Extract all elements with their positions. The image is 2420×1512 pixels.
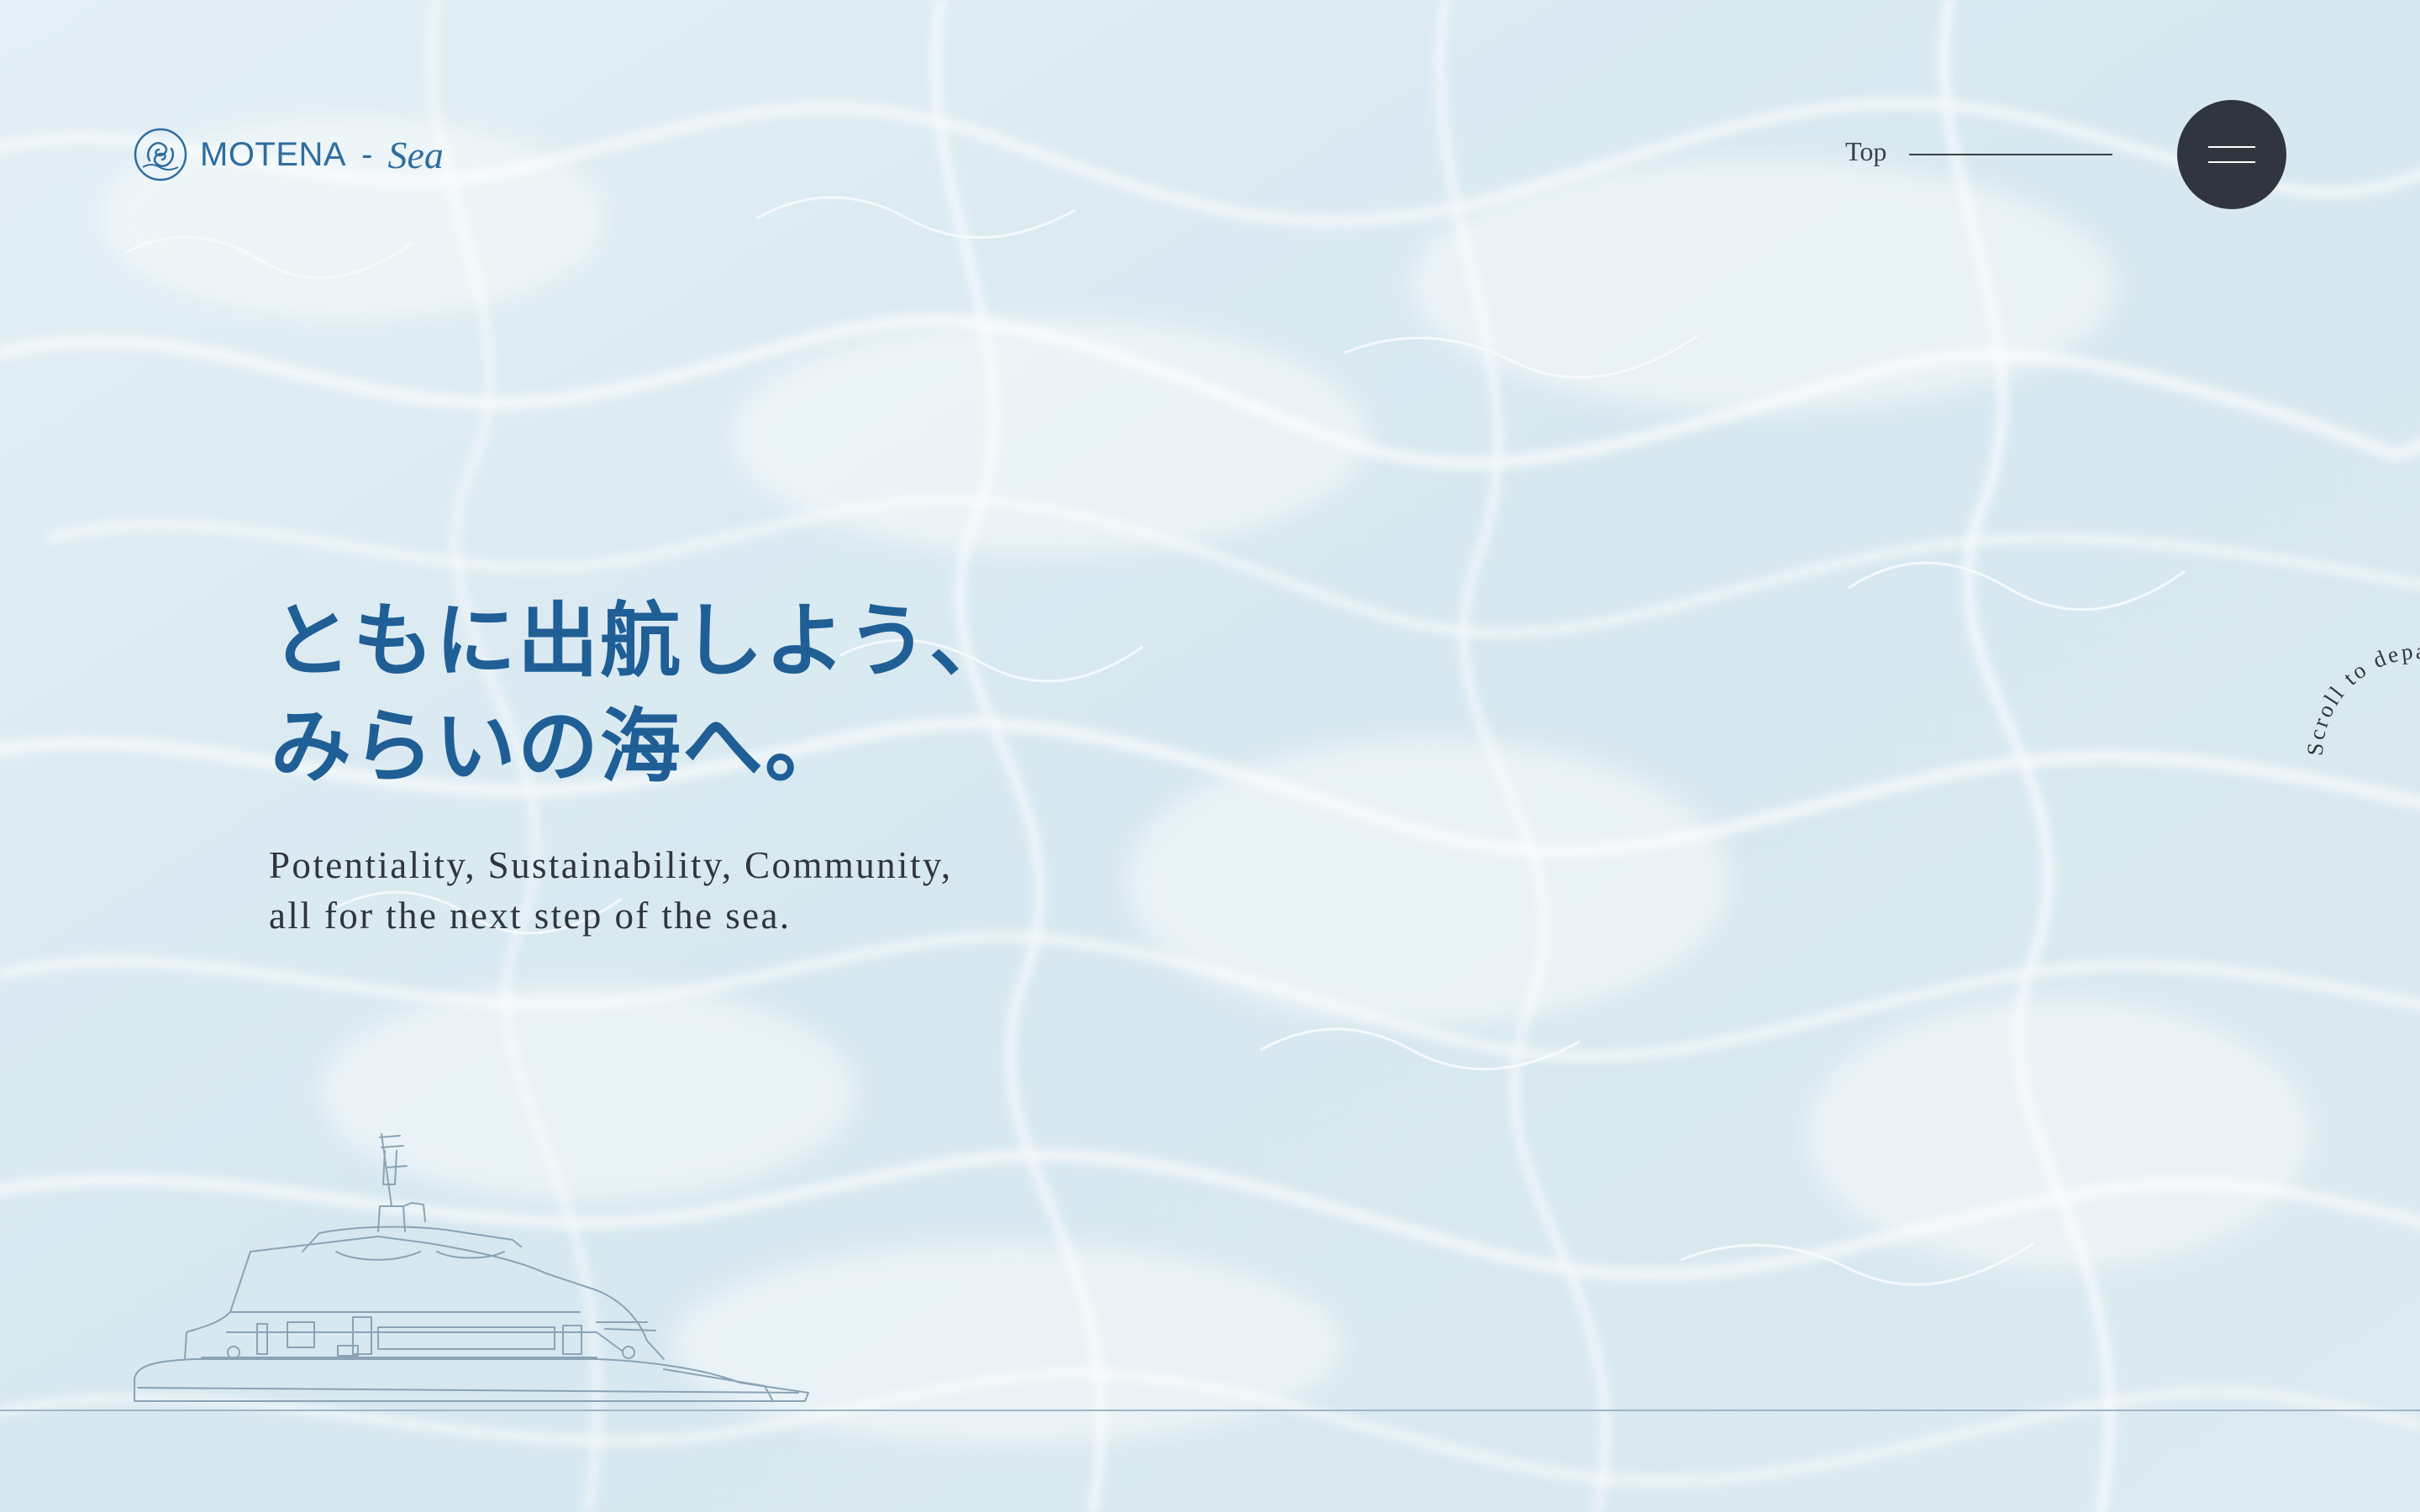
scroll-ring-text: Scroll to depart Scroll to depart <box>2302 638 2420 826</box>
scroll-to-depart-ring[interactable]: Scroll to depart Scroll to depart <box>2252 588 2420 924</box>
menu-button[interactable] <box>2177 100 2286 209</box>
nav-link-top[interactable]: Top <box>1845 136 1886 167</box>
hamburger-icon <box>2208 146 2255 148</box>
nav-link-underline <box>1909 154 2112 155</box>
hero-subtitle-line-1: Potentiality, Sustainability, Community, <box>269 844 953 886</box>
hero-title: ともに出航しよう、 みらいの海へ。 <box>271 588 1012 800</box>
svg-text:Scroll to depart Scroll to dep: Scroll to depart Scroll to depart <box>2302 638 2420 826</box>
hero-subtitle-line-2: all for the next step of the sea. <box>269 895 792 937</box>
hero-title-line-1: ともに出航しよう、 <box>271 593 1012 688</box>
horizon-line <box>0 1410 2420 1411</box>
seahorse-emblem-icon <box>134 128 187 181</box>
logo-script: Sea <box>387 133 444 176</box>
logo-wordmark: MOTENA <box>200 135 347 173</box>
logo-link[interactable]: MOTENA - Sea <box>133 124 444 185</box>
logo-dash: - <box>361 135 373 173</box>
hamburger-icon-bar <box>2208 161 2255 163</box>
hero-subtitle: Potentiality, Sustainability, Community,… <box>269 840 953 941</box>
hero-title-line-2: みらいの海へ。 <box>271 699 847 794</box>
ship-outline-icon <box>134 1133 809 1402</box>
